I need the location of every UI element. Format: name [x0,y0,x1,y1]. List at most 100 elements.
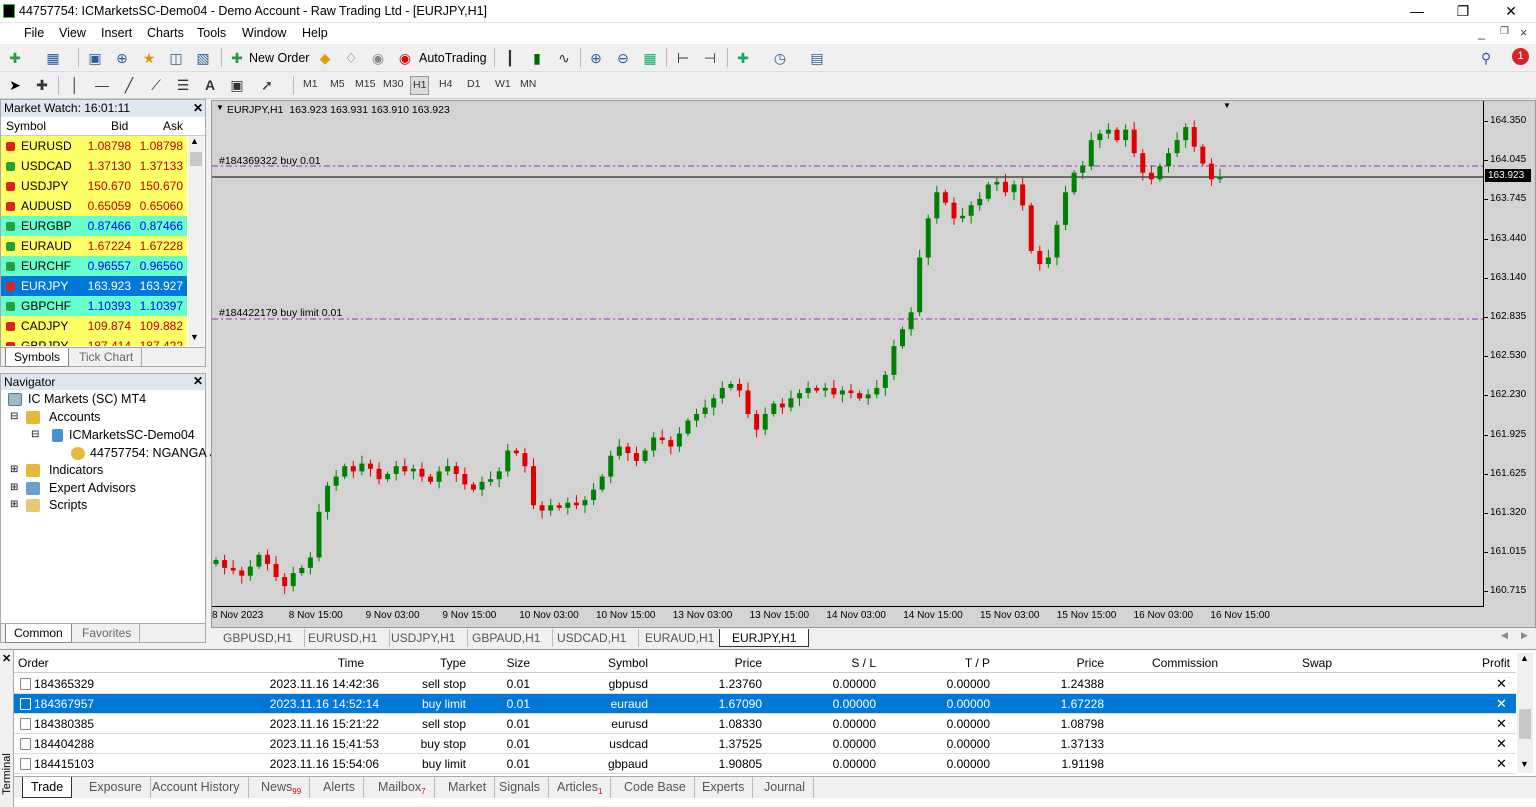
signals-icon[interactable]: ♢ [342,49,360,67]
nav-root[interactable]: IC Markets (SC) MT4 [28,392,146,406]
scroll-up-icon[interactable]: ▲ [190,136,199,146]
menu-insert[interactable]: Insert [101,26,132,40]
col-sl[interactable]: S / L [834,656,876,670]
terminal-tab-articles[interactable]: Articles1 [549,777,612,798]
scroll-down-icon[interactable]: ▼ [190,332,199,342]
fibonacci-icon[interactable]: ☰ [174,76,192,94]
terminal-tab-experts[interactable]: Experts [694,777,754,798]
timeframe-h1[interactable]: H1 [410,76,430,95]
autoscroll-icon[interactable]: ⊣ [701,49,719,67]
tab-scroll-right-icon[interactable]: ▶ [1521,630,1528,641]
col-ask[interactable]: Ask [163,119,183,133]
menu-help[interactable]: Help [302,26,328,40]
market-watch-row[interactable]: USDJPY 150.670 150.670 [1,176,187,196]
candlesticks-icon[interactable]: ▮ [528,49,546,67]
expand-icon[interactable]: ⊞ [10,482,18,493]
collapse-icon[interactable]: ⊟ [10,411,18,422]
scroll-up-icon[interactable]: ▲ [1520,653,1529,663]
col-order[interactable]: Order [18,656,49,670]
col-bid[interactable]: Bid [111,119,128,133]
nav-account[interactable]: 44757754: NGANGA J [90,446,216,460]
menu-window[interactable]: Window [242,26,286,40]
cursor-icon[interactable]: ➤ [6,76,24,94]
alerts-badge[interactable]: 1 [1512,48,1529,65]
market-watch-row[interactable]: EURJPY 163.923 163.927 [1,276,187,296]
chart-tab-usdjpy[interactable]: USDJPY,H1 [379,629,469,647]
strategy-tester-icon[interactable]: ▧ [194,49,212,67]
col-time[interactable]: Time [314,656,364,670]
order-row[interactable]: 184415103 2023.11.16 15:54:06 buy limit 0.0… [14,754,1516,774]
col-symbol[interactable]: Symbol [584,656,648,670]
nav-indicators[interactable]: Indicators [49,463,103,477]
scroll-thumb[interactable] [1519,709,1531,739]
arrows-icon[interactable]: ➚ [258,76,276,94]
zoom-in-icon[interactable]: ⊕ [587,49,605,67]
col-profit[interactable]: Profit [1454,656,1510,670]
menu-view[interactable]: View [59,26,86,40]
tab-scroll-left-icon[interactable]: ◀ [1501,630,1508,641]
mdi-close-icon[interactable]: × [1520,26,1527,40]
indicators-icon[interactable]: ✚ [734,49,752,67]
chart-tab-euraud[interactable]: EURAUD,H1 [633,629,728,647]
terminal-tab-news[interactable]: News99 [253,777,311,798]
profiles-icon[interactable]: ▦ [44,49,62,67]
market-watch-row[interactable]: GBPCHF 1.10393 1.10397 [1,296,187,316]
chart-plot-area[interactable]: ▼ EURJPY,H1 163.923 163.931 163.910 163.… [212,101,1484,607]
chart-shift-marker-icon[interactable]: ▼ [1223,101,1231,110]
col-tp[interactable]: T / P [944,656,990,670]
chart-menu-icon[interactable]: ▼ [216,103,224,112]
tab-symbols[interactable]: Symbols [5,348,70,367]
scroll-down-icon[interactable]: ▼ [1520,759,1529,769]
timeframe-m30[interactable]: M30 [383,78,403,90]
col-price[interactable]: Price [714,656,762,670]
chart-tab-gbpaud[interactable]: GBPAUD,H1 [460,629,554,647]
new-chart-icon[interactable]: ✚ [6,49,24,67]
menu-tools[interactable]: Tools [197,26,226,40]
terminal-tab-account-history[interactable]: Account History [144,777,249,798]
expand-icon[interactable]: ⊞ [10,464,18,475]
delete-order-icon[interactable]: ✕ [1496,694,1507,714]
nav-accounts[interactable]: Accounts [49,410,100,424]
horizontal-line-icon[interactable]: — [93,76,111,94]
navigator-close-icon[interactable]: ✕ [193,374,203,388]
text-tool-icon[interactable]: A [201,76,219,94]
nav-scripts[interactable]: Scripts [49,498,87,512]
timeframe-mn[interactable]: MN [520,78,536,90]
metaeditor-icon[interactable]: ◆ [316,49,334,67]
order-row[interactable]: 184404288 2023.11.16 15:41:53 buy stop 0.01… [14,734,1516,754]
chart-tab-usdcad[interactable]: USDCAD,H1 [545,629,640,647]
scroll-thumb[interactable] [190,152,202,166]
search-icon[interactable]: ⚲ [1477,49,1495,67]
col-commission[interactable]: Commission [1134,656,1218,670]
chart-tab-gbpusd[interactable]: GBPUSD,H1 [211,629,306,647]
data-window-icon[interactable]: ⊕ [113,49,131,67]
delete-order-icon[interactable]: ✕ [1496,754,1507,774]
trendline-icon[interactable]: ╱ [120,76,138,94]
market-watch-close-icon[interactable]: ✕ [193,101,203,115]
channel-icon[interactable]: ⟋ [147,76,165,94]
market-watch-icon[interactable]: ▣ [86,49,104,67]
market-watch-row[interactable]: EURCHF 0.96557 0.96560 [1,256,187,276]
terminal-close-icon[interactable]: ✕ [2,652,11,665]
col-swap[interactable]: Swap [1284,656,1332,670]
orders-scrollbar[interactable]: ▲ ▼ [1517,653,1533,773]
menu-file[interactable]: File [24,26,44,40]
chart-shift-icon[interactable]: ⊢ [674,49,692,67]
mdi-restore-icon[interactable]: ❐ [1500,26,1509,37]
order-row[interactable]: 184365329 2023.11.16 14:42:36 sell stop 0.0… [14,674,1516,694]
mdi-minimize-icon[interactable]: _ [1478,26,1485,40]
options-icon[interactable]: ◉ [369,49,387,67]
delete-order-icon[interactable]: ✕ [1496,714,1507,734]
chart-window[interactable]: ▼ EURJPY,H1 163.923 163.931 163.910 163.… [211,100,1536,628]
terminal-tab-mailbox[interactable]: Mailbox7 [370,777,435,798]
terminal-tab-market[interactable]: Market [440,777,496,798]
market-watch-row[interactable]: USDCAD 1.37130 1.37133 [1,156,187,176]
tab-tick-chart[interactable]: Tick Chart [71,348,143,367]
timeframe-w1[interactable]: W1 [495,78,511,90]
market-watch-row[interactable]: EURAUD 1.67224 1.67228 [1,236,187,256]
line-chart-icon[interactable]: ∿ [555,49,573,67]
terminal-tab-trade[interactable]: Trade [22,777,73,798]
templates-icon[interactable]: ▤ [808,49,826,67]
order-row[interactable]: 184367957 2023.11.16 14:52:14 buy limit 0.0… [14,694,1516,714]
terminal-tab-signals[interactable]: Signals [491,777,549,798]
